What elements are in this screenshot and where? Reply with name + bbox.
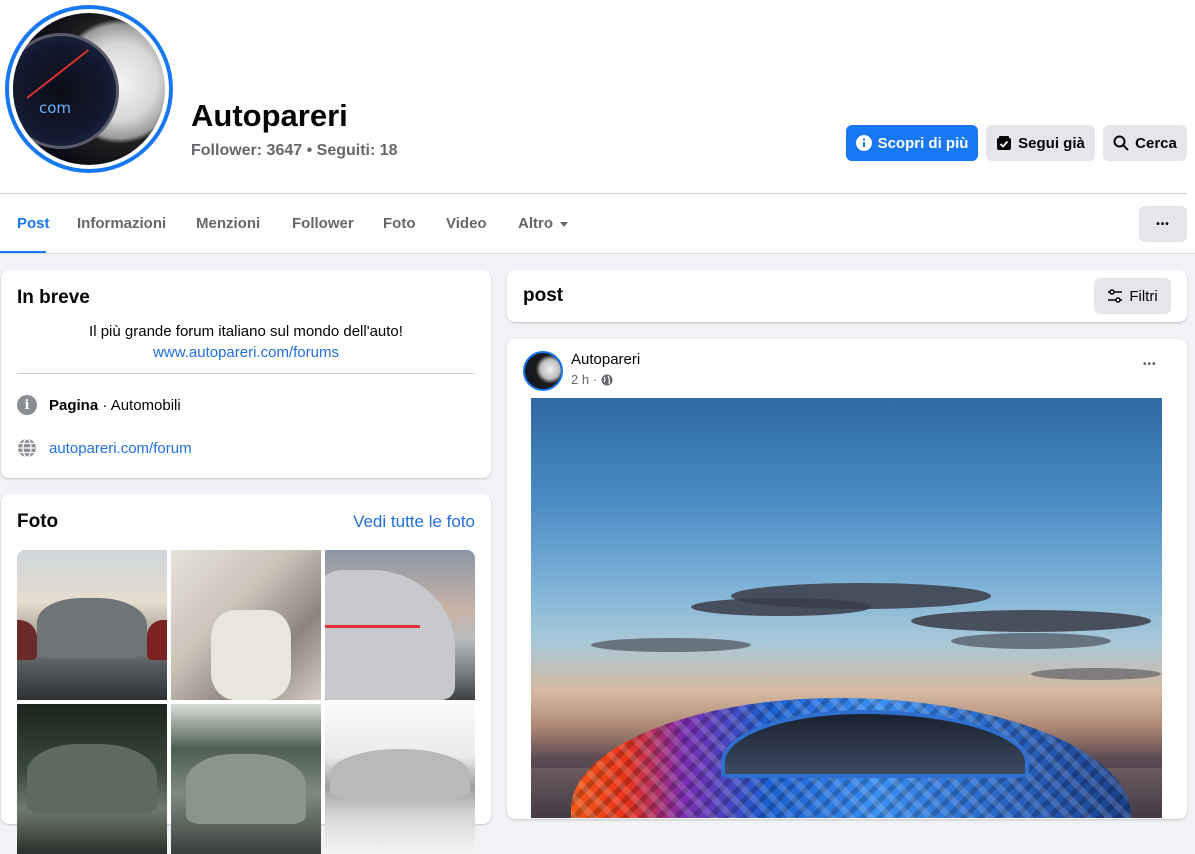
- header-bottom-border: [0, 253, 1195, 254]
- filters-label: Filtri: [1129, 287, 1158, 305]
- photo-thumbnail[interactable]: [17, 704, 167, 854]
- tab-informazioni-label: Informazioni: [77, 214, 167, 232]
- tab-menzioni-label: Menzioni: [196, 214, 261, 232]
- category-row: i Pagina · Automobili: [17, 395, 181, 415]
- following-button[interactable]: Segui già: [986, 125, 1095, 161]
- caret-down-icon: [559, 215, 569, 232]
- posts-header-card: post Filtri: [507, 270, 1187, 322]
- search-button[interactable]: Cerca: [1103, 125, 1187, 161]
- intro-title: In breve: [17, 287, 90, 308]
- tab-follower-label: Follower: [292, 214, 354, 232]
- page-tabs: Post Informazioni Menzioni Follower Foto…: [0, 194, 1195, 254]
- info-circle-icon: i: [17, 395, 37, 415]
- filters-button[interactable]: Filtri: [1094, 278, 1171, 314]
- avatar-image: com: [13, 13, 165, 165]
- page-title: Autopareri: [191, 98, 348, 133]
- tab-post-label: Post: [17, 214, 50, 232]
- filter-sliders-icon: [1107, 288, 1123, 304]
- category-label: Pagina: [49, 396, 99, 414]
- learn-more-label: Scopri di più: [877, 134, 969, 152]
- photo-thumbnail[interactable]: [325, 550, 475, 700]
- tab-foto-label: Foto: [383, 214, 416, 232]
- intro-divider: [17, 373, 475, 374]
- post-meta: 2 h ·: [571, 372, 613, 387]
- website-row: autopareri.com/forum: [17, 438, 192, 458]
- following-label: Segui già: [1018, 134, 1085, 152]
- intro-description: Il più grande forum italiano sul mondo d…: [89, 323, 403, 340]
- avatar-logo-text: com: [39, 99, 72, 117]
- post-author-name[interactable]: Autopareri: [571, 351, 640, 368]
- photo-thumbnail[interactable]: [171, 550, 321, 700]
- profile-avatar[interactable]: com: [5, 5, 173, 173]
- search-icon: [1113, 135, 1129, 151]
- more-dots-icon: •••: [1156, 218, 1170, 230]
- website-link[interactable]: autopareri.com/forum: [49, 440, 192, 457]
- tab-foto[interactable]: Foto: [383, 194, 415, 252]
- info-icon: [855, 135, 872, 151]
- tab-altro[interactable]: Altro: [518, 194, 569, 252]
- tab-menzioni[interactable]: Menzioni: [196, 194, 260, 252]
- page-stats[interactable]: Follower: 3647 • Seguiti: 18: [191, 142, 398, 160]
- post-card: Autopareri 2 h · •••: [507, 339, 1187, 819]
- tab-video-label: Video: [446, 214, 487, 232]
- search-label: Cerca: [1135, 134, 1177, 152]
- photos-title: Foto: [17, 511, 59, 532]
- more-options-button[interactable]: •••: [1139, 206, 1187, 242]
- photo-thumbnail[interactable]: [325, 704, 475, 854]
- tab-altro-label: Altro: [518, 214, 553, 232]
- photos-card: Foto Vedi tutte le foto: [1, 494, 491, 854]
- following-check-icon: [996, 135, 1012, 151]
- tab-follower[interactable]: Follower: [292, 194, 354, 252]
- learn-more-button[interactable]: Scopri di più: [846, 125, 978, 161]
- avatar-dial-graphic: [13, 33, 119, 149]
- posts-title: post: [523, 285, 564, 306]
- post-menu-button[interactable]: •••: [1143, 359, 1157, 370]
- category-value: · Automobili: [98, 396, 181, 414]
- see-all-photos-link[interactable]: Vedi tutte le foto: [353, 512, 475, 532]
- globe-icon: [17, 438, 37, 458]
- public-globe-icon: [601, 374, 613, 386]
- tab-informazioni[interactable]: Informazioni: [77, 194, 166, 252]
- post-image[interactable]: [531, 398, 1162, 818]
- post-timestamp[interactable]: 2 h ·: [571, 372, 597, 387]
- photo-thumbnail[interactable]: [17, 550, 167, 700]
- intro-card: In breve Il più grande forum italiano su…: [1, 270, 491, 478]
- tab-video[interactable]: Video: [446, 194, 487, 252]
- intro-forum-link[interactable]: www.autopareri.com/forums: [1, 344, 491, 361]
- photo-thumbnail[interactable]: [171, 704, 321, 854]
- post-author-avatar[interactable]: [523, 351, 563, 391]
- tab-post[interactable]: Post: [17, 194, 50, 252]
